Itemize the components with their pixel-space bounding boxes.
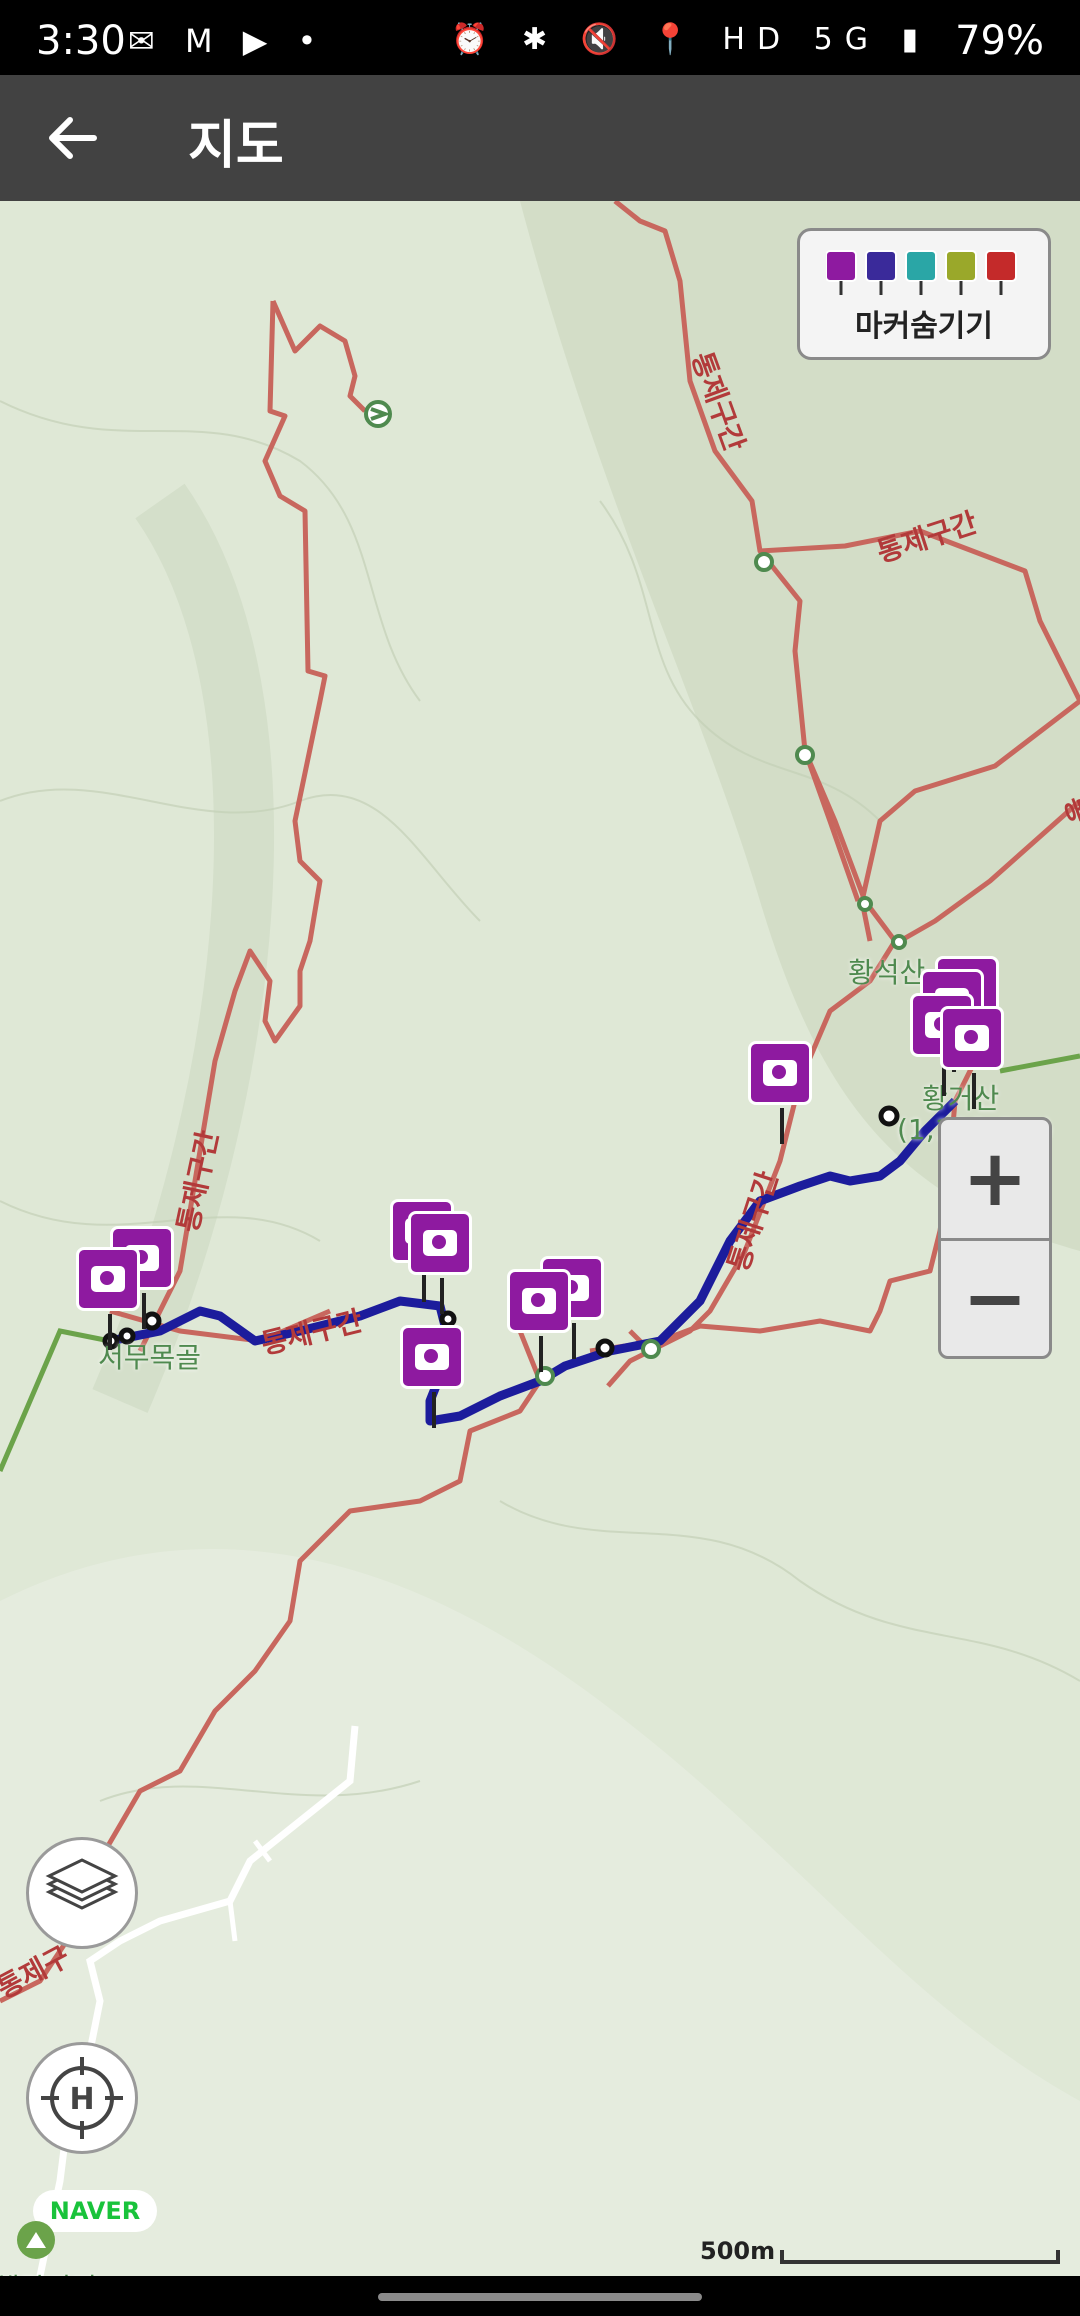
- zoom-out-button[interactable]: −: [941, 1240, 1049, 1358]
- home-locate-icon: H: [41, 2057, 123, 2139]
- photo-marker[interactable]: [408, 1211, 472, 1314]
- app-bar: 지도: [0, 75, 1080, 201]
- system-icons: ⏰ ✱ 🔇 📍 HD 5G ▮: [451, 22, 930, 57]
- valley-label: 서무목골: [98, 1341, 202, 1374]
- scale-label: 500m: [700, 2237, 776, 2265]
- notification-icons: ✉ M ▶ •: [128, 22, 327, 60]
- svg-text:H: H: [69, 2082, 94, 2117]
- camera-icon: [522, 1288, 556, 1314]
- photo-marker[interactable]: [748, 1041, 812, 1144]
- scale-bar: [780, 2250, 1060, 2264]
- hide-markers-label: 마커숨기기: [855, 309, 993, 344]
- zoom-control: + −: [938, 1117, 1052, 1359]
- map-view[interactable]: 통제구간 통제구간 통제구간 통제구간 통제구간 통제구 통 황석산 황거산 (…: [0, 201, 1080, 2276]
- battery-level: 79%: [955, 18, 1044, 64]
- video-marker-type-icon: [865, 250, 897, 282]
- camera-icon: [763, 1060, 797, 1086]
- photo-marker-type-icon: [826, 250, 857, 282]
- layers-icon: [45, 1858, 119, 1910]
- page-title: 지도: [188, 116, 284, 176]
- alert-marker-type-icon: [985, 250, 1017, 282]
- summit-label: 황거산: [922, 1082, 1000, 1115]
- photo-marker[interactable]: [76, 1247, 140, 1350]
- memo-marker-type-icon: [945, 250, 977, 282]
- bottom-place-label: 해랑지지: [0, 2267, 97, 2276]
- camera-icon: [423, 1230, 457, 1256]
- place-marker-type-icon: [905, 250, 937, 282]
- status-bar: 3:30 ✉ M ▶ • ⏰ ✱ 🔇 📍 HD 5G ▮ 79%: [0, 0, 1080, 75]
- gesture-nav-bar: [0, 2276, 1080, 2316]
- photo-marker[interactable]: [400, 1325, 464, 1428]
- marker-type-icons: [826, 250, 1017, 295]
- camera-icon: [415, 1344, 449, 1370]
- hide-markers-button[interactable]: 마커숨기기: [797, 228, 1051, 360]
- camera-icon: [91, 1266, 125, 1292]
- status-time: 3:30: [36, 18, 126, 64]
- locate-button[interactable]: H: [26, 2042, 138, 2154]
- layers-button[interactable]: [26, 1837, 138, 1949]
- zoom-in-button[interactable]: +: [941, 1120, 1049, 1241]
- back-arrow-icon[interactable]: [40, 105, 106, 171]
- photo-marker[interactable]: [507, 1269, 571, 1372]
- peak-label: 황석산: [848, 956, 926, 989]
- photo-marker[interactable]: [940, 1006, 1004, 1109]
- campsite-icon: [17, 2221, 55, 2259]
- home-gesture-pill[interactable]: [378, 2293, 702, 2301]
- camera-icon: [955, 1025, 989, 1051]
